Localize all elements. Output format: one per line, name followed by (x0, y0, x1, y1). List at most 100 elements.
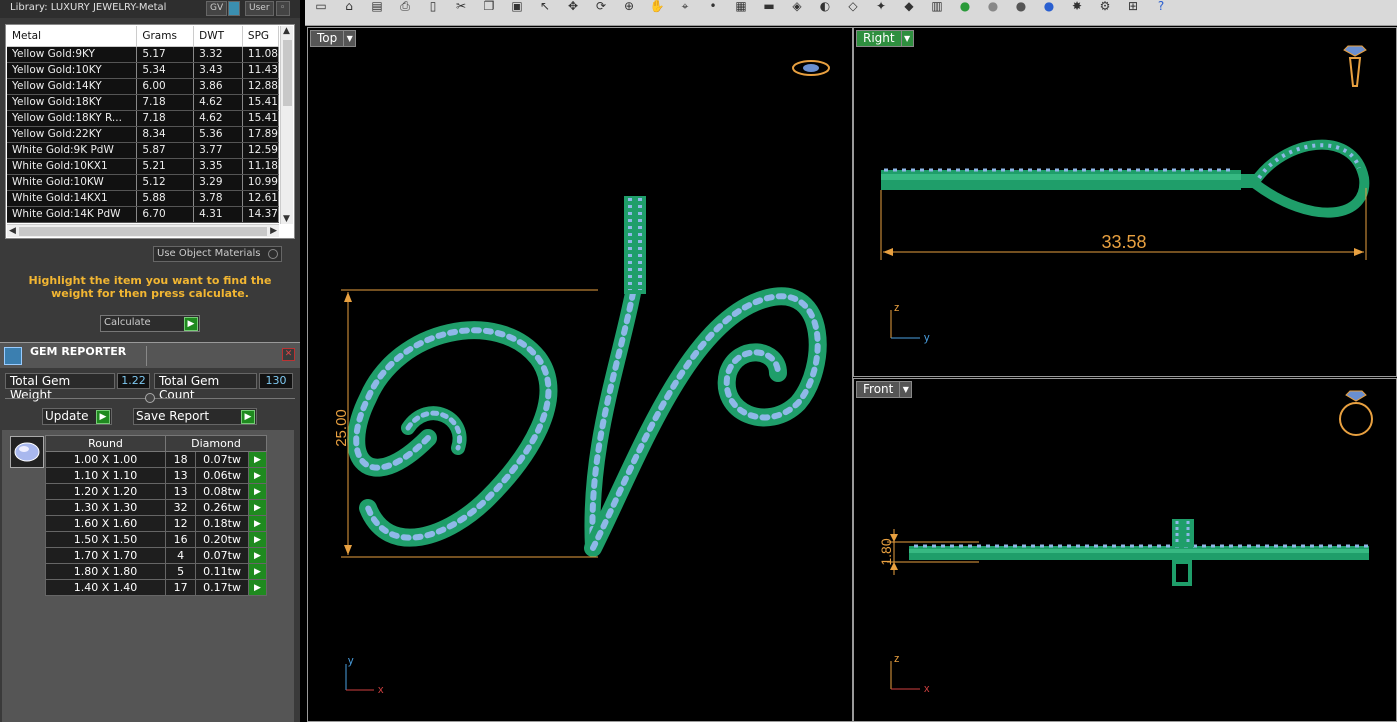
move-icon[interactable]: ✥ (565, 0, 581, 12)
scroll-up-icon[interactable]: ▲ (283, 26, 290, 36)
rotate-icon[interactable]: ⟳ (593, 0, 609, 12)
vscroll-thumb[interactable] (283, 40, 292, 106)
metal-row[interactable]: Yellow Gold:22KY 8.34 5.36 17.89 (7, 126, 280, 143)
play-icon[interactable]: ▶ (247, 547, 268, 564)
metal-table-hscroll[interactable]: ◀ ▶ (7, 224, 279, 237)
column-header-metal[interactable]: Metal (7, 26, 138, 47)
play-icon[interactable]: ▶ (247, 563, 268, 580)
metal-row[interactable]: White Gold:14K PdW 6.70 4.31 14.37 (7, 206, 280, 223)
car-icon[interactable]: ▬ (761, 0, 777, 12)
close-icon[interactable]: ✕ (282, 348, 295, 361)
open-folder-icon[interactable]: ⌂ (341, 0, 357, 12)
metal-row[interactable]: Yellow Gold:14KY 6.00 3.86 12.88 (7, 78, 280, 95)
play-icon[interactable]: ▶ (247, 483, 268, 500)
save-icon[interactable]: ▤ (369, 0, 385, 12)
play-icon[interactable]: ▶ (247, 579, 268, 596)
pan-icon[interactable]: ✋ (649, 0, 665, 12)
column-header-grams[interactable]: Grams (136, 26, 195, 47)
metal-row[interactable]: Yellow Gold:18KY R... 7.18 4.62 15.41 (7, 110, 280, 127)
hscroll-thumb[interactable] (19, 227, 267, 236)
gem-row[interactable]: 1.00 X 1.00 18 0.07tw ▶ (45, 451, 268, 468)
viewport-top-menu[interactable]: Top ▼ (310, 30, 357, 47)
gem-row[interactable]: 1.10 X 1.10 13 0.06tw ▶ (45, 467, 268, 484)
metal-row[interactable]: White Gold:14KX1 5.88 3.78 12.61 (7, 190, 280, 207)
cut-icon[interactable]: ✂ (453, 0, 469, 12)
viewport-top[interactable]: 25.00 y x Top ▼ (307, 27, 853, 722)
user-button[interactable]: User (245, 1, 274, 16)
point-icon[interactable]: • (705, 0, 721, 12)
viewport-front-menu[interactable]: Front ▼ (856, 381, 913, 398)
ring-orientation-icon[interactable] (792, 60, 830, 76)
chevron-down-icon[interactable]: ▼ (899, 382, 911, 397)
pendant-orientation-icon[interactable] (1343, 45, 1367, 87)
lamp-icon[interactable]: ✦ (873, 0, 889, 12)
metal-table-vscroll[interactable]: ▲ ▼ (280, 26, 293, 224)
grid-icon[interactable]: ▦ (733, 0, 749, 12)
gem-icon[interactable]: ◆ (901, 0, 917, 12)
metal-row[interactable]: Yellow Gold:9KY 5.17 3.32 11.08 (7, 46, 280, 63)
play-icon[interactable]: ▶ (247, 499, 268, 516)
scroll-down-icon[interactable]: ▼ (283, 214, 290, 224)
sphere-blue-icon[interactable]: ● (1041, 0, 1057, 12)
viewport-front[interactable]: 1.80 z x Front ▼ (853, 378, 1397, 722)
metal-row[interactable]: Yellow Gold:10KY 5.34 3.43 11.43 (7, 62, 280, 79)
copy-icon[interactable]: ❐ (481, 0, 497, 12)
render-icon[interactable]: ◈ (789, 0, 805, 12)
splitter-handle-icon[interactable] (145, 393, 155, 403)
snap-icon[interactable]: ⌖ (677, 0, 693, 12)
viewport-right-menu[interactable]: Right ▼ (856, 30, 914, 47)
metal-row[interactable]: White Gold:10KW 5.12 3.29 10.99 (7, 174, 280, 191)
help-icon[interactable]: ? (1153, 0, 1169, 12)
paste-icon[interactable]: ▣ (509, 0, 525, 12)
page-icon[interactable]: ▯ (425, 0, 441, 12)
print-icon[interactable]: ⎙ (397, 0, 413, 12)
new-file-icon[interactable]: ▭ (313, 0, 329, 12)
scroll-right-icon[interactable]: ▶ (270, 226, 277, 236)
play-icon[interactable]: ▶ (184, 317, 198, 331)
light-icon[interactable]: ✸ (1069, 0, 1085, 12)
gem-row[interactable]: 1.80 X 1.80 5 0.11tw ▶ (45, 563, 268, 580)
play-icon[interactable]: ▶ (247, 531, 268, 548)
play-icon[interactable]: ▶ (96, 410, 110, 424)
use-object-materials-toggle[interactable]: Use Object Materials (153, 246, 282, 262)
metal-row[interactable]: White Gold:10KX1 5.21 3.35 11.18 (7, 158, 280, 175)
column-header-spg[interactable]: SPG (242, 26, 280, 47)
settings-icon[interactable]: ⚙ (1097, 0, 1113, 12)
gem-row[interactable]: 1.70 X 1.70 4 0.07tw ▶ (45, 547, 268, 564)
metal-row[interactable]: Yellow Gold:18KY 7.18 4.62 15.41 (7, 94, 280, 111)
update-button[interactable]: Update ▶ (42, 408, 112, 425)
wire-icon[interactable]: ◇ (845, 0, 861, 12)
sphere-green-icon[interactable]: ● (957, 0, 973, 12)
play-icon[interactable]: ▶ (247, 515, 268, 532)
save-report-button[interactable]: Save Report ▶ (133, 408, 257, 425)
toggle-dot-icon[interactable] (268, 249, 278, 259)
shade-icon[interactable]: ◐ (817, 0, 833, 12)
calculate-button[interactable]: Calculate ▶ (100, 315, 200, 332)
play-icon[interactable]: ▶ (247, 451, 268, 468)
round-gem-icon[interactable] (10, 436, 44, 468)
sphere-gray-icon[interactable]: ● (985, 0, 1001, 12)
play-icon[interactable]: ▶ (241, 410, 255, 424)
gv-button[interactable]: GV (206, 1, 228, 16)
sphere-dark-icon[interactable]: ● (1013, 0, 1029, 12)
scroll-left-icon[interactable]: ◀ (9, 226, 16, 236)
play-icon[interactable]: ▶ (247, 467, 268, 484)
gem-row[interactable]: 1.60 X 1.60 12 0.18tw ▶ (45, 515, 268, 532)
column-header-dwt[interactable]: DWT (193, 26, 243, 47)
info-icon[interactable] (228, 1, 240, 16)
gem-row[interactable]: 1.50 X 1.50 16 0.20tw ▶ (45, 531, 268, 548)
right-dimension-label: 33.58 (1101, 232, 1146, 252)
zoom-icon[interactable]: ⊕ (621, 0, 637, 12)
metal-row[interactable]: White Gold:9K PdW 5.87 3.77 12.59 (7, 142, 280, 159)
viewport-right[interactable]: 33.58 z y Right ▼ (853, 27, 1397, 377)
tree-icon[interactable]: ⊞ (1125, 0, 1141, 12)
ring-front-icon[interactable] (1339, 390, 1373, 436)
settings-dot-icon[interactable]: ◦ (276, 1, 290, 16)
gem-row[interactable]: 1.40 X 1.40 17 0.17tw ▶ (45, 579, 268, 596)
chevron-down-icon[interactable]: ▼ (343, 31, 355, 46)
layer-icon[interactable]: ▥ (929, 0, 945, 12)
select-icon[interactable]: ↖ (537, 0, 553, 12)
chevron-down-icon[interactable]: ▼ (900, 31, 913, 46)
gem-row[interactable]: 1.30 X 1.30 32 0.26tw ▶ (45, 499, 268, 516)
gem-row[interactable]: 1.20 X 1.20 13 0.08tw ▶ (45, 483, 268, 500)
